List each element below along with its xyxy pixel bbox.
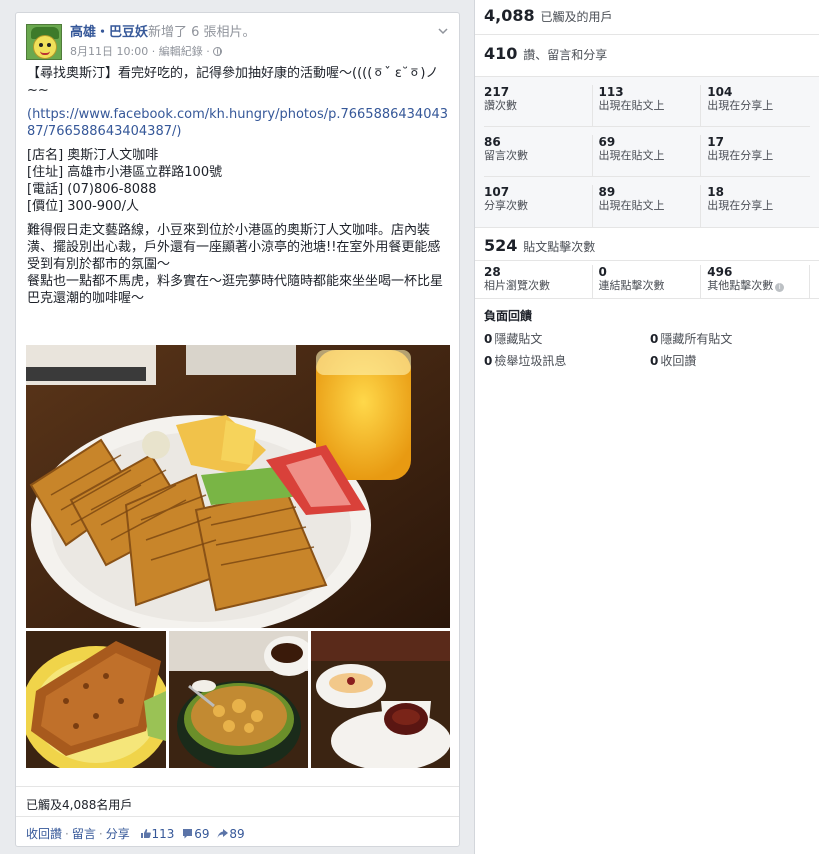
photo-pork-cutlet[interactable] xyxy=(26,631,166,768)
stat-value: 28 xyxy=(484,265,501,279)
stat-value: 86 xyxy=(484,135,501,149)
photo-grid xyxy=(26,345,450,768)
reach-stat: 4,088 已觸及的用戶 xyxy=(475,0,819,35)
comment-count[interactable]: 69 xyxy=(194,827,209,841)
post-text: 【尋找奧斯汀】看完好吃的，記得參加抽好康的活動喔～((((ㆆˇ ε˘ㆆ)ノ~~ … xyxy=(16,65,459,307)
likes-row: 217 讚次數 113 出現在貼文上 104 出現在分享上 xyxy=(484,77,810,127)
comments-row: 86 留言次數 69 出現在貼文上 17 出現在分享上 xyxy=(484,127,810,177)
page-avatar[interactable] xyxy=(26,24,62,60)
comment-icon xyxy=(182,828,193,839)
unlike-link[interactable]: 收回讚 xyxy=(26,827,62,841)
share-icon xyxy=(217,828,229,839)
neg-value: 0 xyxy=(484,354,493,368)
stat-label: 出現在分享上 xyxy=(707,149,774,162)
clicks-value: 524 xyxy=(484,236,518,255)
shares-row: 107 分享次數 89 出現在貼文上 18 出現在分享上 xyxy=(484,177,810,227)
neg-label: 隱藏貼文 xyxy=(494,332,543,346)
neg-item: 0 隱藏貼文 xyxy=(484,330,650,347)
stat-value: 18 xyxy=(707,185,724,199)
negative-feedback-title: 負面回饋 xyxy=(484,309,533,323)
engagement-label: 讚、留言和分享 xyxy=(523,48,608,62)
share-count[interactable]: 89 xyxy=(229,827,244,841)
stat-value: 496 xyxy=(707,265,733,279)
stat-value: 69 xyxy=(598,135,616,149)
info-phone: [電話] (07)806-8088 xyxy=(27,182,157,197)
meta-separator: · xyxy=(151,45,156,58)
stat-label: 出現在貼文上 xyxy=(598,149,665,162)
photo-link[interactable]: (https://www.facebook.com/kh.hungry/phot… xyxy=(27,107,448,139)
reach-value: 4,088 xyxy=(484,6,535,25)
post-paragraph-2: 餐點也一點都不馬虎，料多實在～逛完夢時代隨時都能來坐坐喝一杯比星巴克還潮的咖啡喔… xyxy=(27,274,444,306)
post-paragraph-1: 難得假日走文藝路線，小豆來到位於小港區的奧斯汀人文咖啡。店內裝潢、擺設別出心裁，… xyxy=(27,223,441,272)
neg-value: 0 xyxy=(484,332,493,346)
neg-item: 0 隱藏所有貼文 xyxy=(650,330,816,347)
stat-label: 留言次數 xyxy=(484,149,528,162)
negative-feedback: 負面回饋 0 隱藏貼文 0 隱藏所有貼文 0 檢舉垃圾訊息 0 收回讚 xyxy=(475,299,819,377)
stat-label: 讚次數 xyxy=(484,99,517,112)
post-intro: 【尋找奧斯汀】看完好吃的，記得參加抽好康的活動喔～((((ㆆˇ ε˘ㆆ)ノ~~ xyxy=(27,66,439,98)
post-action-bar: 收回讚 · 留言 · 分享 113 69 89 xyxy=(16,816,459,848)
stat-value: 217 xyxy=(484,85,510,99)
info-icon[interactable]: i xyxy=(775,283,785,292)
stat-value: 107 xyxy=(484,185,510,199)
stat-value: 17 xyxy=(707,135,724,149)
like-icon xyxy=(140,828,151,839)
page-name-link[interactable]: 高雄・巴豆妖 xyxy=(70,25,148,40)
comment-link[interactable]: 留言 xyxy=(72,827,96,841)
like-count[interactable]: 113 xyxy=(152,827,175,841)
stat-label: 出現在分享上 xyxy=(707,99,774,112)
stat-label: 連結點擊次數 xyxy=(598,279,665,292)
stat-label: 出現在貼文上 xyxy=(598,99,665,112)
engagement-stat: 410 讚、留言和分享 xyxy=(475,35,819,77)
neg-label: 收回讚 xyxy=(660,354,697,368)
stat-label: 其他點擊次數 xyxy=(707,279,774,292)
post-header: 高雄・巴豆妖新增了 6 張相片。 8月11日 10:00 · 編輯紀錄 · xyxy=(16,13,459,65)
photo-sauces[interactable] xyxy=(311,631,450,768)
stat-label: 分享次數 xyxy=(484,199,528,212)
clicks-label: 貼文點擊次數 xyxy=(523,240,596,254)
post-timestamp[interactable]: 8月11日 10:00 xyxy=(70,45,148,58)
engagement-value: 410 xyxy=(484,44,518,63)
clicks-breakdown: 28 相片瀏覽次數 0 連結點擊次數 496 其他點擊次數 i xyxy=(475,261,819,299)
meta-separator: · xyxy=(206,45,210,58)
stat-label: 出現在分享上 xyxy=(707,199,774,212)
info-store: [店名] 奧斯汀人文咖啡 xyxy=(27,148,159,163)
share-link[interactable]: 分享 xyxy=(106,827,130,841)
photo-waffle[interactable] xyxy=(26,345,450,628)
reach-summary: 已觸及4,088名用戶 xyxy=(16,786,459,816)
stat-value: 113 xyxy=(598,85,624,99)
neg-item: 0 檢舉垃圾訊息 xyxy=(484,352,650,369)
stat-label: 出現在貼文上 xyxy=(598,199,665,212)
neg-item: 0 收回讚 xyxy=(650,352,816,369)
globe-icon xyxy=(213,47,223,56)
info-address: [住址] 高雄市小港區立群路100號 xyxy=(27,165,223,180)
insights-panel: 4,088 已觸及的用戶 410 讚、留言和分享 217 讚次數 113 出現在貼文… xyxy=(474,0,819,854)
reach-label: 已觸及的用戶 xyxy=(540,10,613,24)
stat-label: 相片瀏覽次數 xyxy=(484,279,550,292)
info-price: [價位] 300-900/人 xyxy=(27,199,139,214)
stat-value: 0 xyxy=(598,265,607,279)
stat-value: 104 xyxy=(707,85,733,99)
post-clicks-stat: 524 貼文點擊次數 xyxy=(475,228,819,261)
neg-value: 0 xyxy=(650,332,659,346)
neg-label: 檢舉垃圾訊息 xyxy=(494,354,567,368)
neg-value: 0 xyxy=(650,354,659,368)
edit-history-link[interactable]: 編輯紀錄 xyxy=(159,45,203,58)
chevron-down-icon[interactable] xyxy=(437,25,449,37)
post-card: 高雄・巴豆妖新增了 6 張相片。 8月11日 10:00 · 編輯紀錄 · 【尋… xyxy=(15,12,460,847)
stat-value: 89 xyxy=(598,185,616,199)
neg-label: 隱藏所有貼文 xyxy=(660,332,733,346)
post-action-text: 新增了 6 張相片。 xyxy=(148,25,256,40)
engagement-breakdown: 217 讚次數 113 出現在貼文上 104 出現在分享上 86 留言次數 69 出現在貼… xyxy=(475,77,819,228)
photo-gratin[interactable] xyxy=(169,631,308,768)
